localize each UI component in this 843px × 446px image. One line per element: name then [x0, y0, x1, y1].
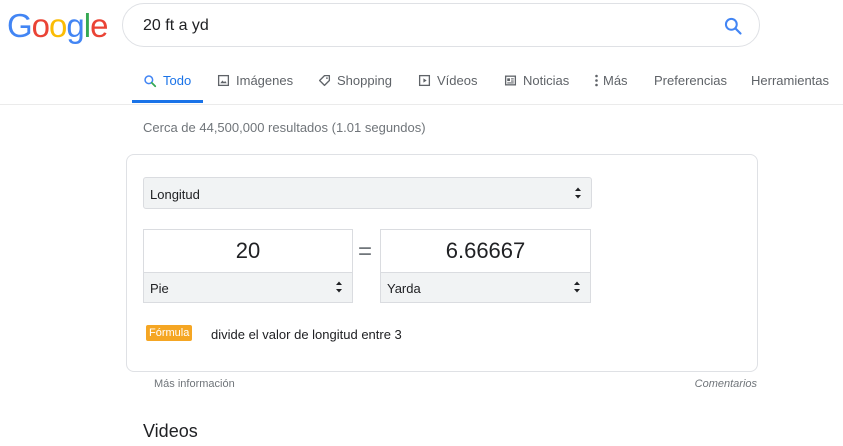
search-icon	[144, 74, 157, 87]
to-value-input[interactable]: 6.66667	[381, 238, 590, 264]
logo-letter: g	[66, 7, 84, 44]
result-stats: Cerca de 44,500,000 resultados (1.01 seg…	[143, 120, 426, 135]
search-bar[interactable]: 20 ft a yd	[122, 3, 760, 47]
tab-videos[interactable]: Vídeos	[418, 73, 477, 88]
tab-label: Todo	[163, 73, 192, 88]
logo-letter: G	[7, 7, 33, 44]
feedback-link[interactable]: Comentarios	[695, 378, 757, 390]
tab-herramientas[interactable]: Herramientas	[751, 73, 829, 88]
active-tab-indicator	[132, 100, 203, 103]
search-input[interactable]: 20 ft a yd	[143, 17, 209, 35]
more-vert-icon	[595, 74, 598, 87]
tab-label: Vídeos	[437, 73, 478, 88]
to-unit-select[interactable]: Yarda	[381, 272, 590, 302]
search-icon[interactable]	[723, 16, 743, 36]
tag-icon	[318, 74, 331, 87]
formula-text: divide el valor de longitud entre 3	[211, 327, 402, 342]
more-info-link[interactable]: Más información	[154, 378, 235, 390]
tab-label: Shopping	[337, 73, 392, 88]
tab-todo[interactable]: Todo	[143, 73, 191, 88]
tab-mas[interactable]: Más	[594, 73, 628, 88]
tab-label: Noticias	[523, 73, 570, 88]
to-converter: 6.66667 Yarda	[380, 229, 591, 303]
search-tabs: Todo Imágenes Shopping Vídeos Noticias M…	[0, 64, 843, 105]
category-select-value: Longitud	[150, 187, 200, 202]
tab-label: Más	[603, 73, 628, 88]
category-select[interactable]: Longitud	[143, 177, 592, 209]
tab-shopping[interactable]: Shopping	[318, 73, 392, 88]
tab-noticias[interactable]: Noticias	[504, 73, 569, 88]
tab-label: Imágenes	[236, 73, 294, 88]
logo-letter: e	[90, 7, 108, 44]
tab-imagenes[interactable]: Imágenes	[217, 73, 293, 88]
updown-arrow-icon	[575, 187, 581, 199]
updown-arrow-icon	[336, 281, 342, 293]
from-unit-select[interactable]: Pie	[144, 272, 352, 302]
updown-arrow-icon	[574, 281, 580, 293]
equals-sign: =	[358, 238, 373, 265]
from-converter: 20 Pie	[143, 229, 353, 303]
image-icon	[217, 74, 230, 87]
tab-label: Preferencias	[654, 73, 727, 88]
google-logo[interactable]: Google	[7, 7, 108, 45]
to-unit-value: Yarda	[387, 281, 421, 296]
tab-label: Herramientas	[751, 73, 830, 88]
logo-letter: o	[31, 7, 50, 44]
play-icon	[418, 74, 431, 87]
tab-preferencias[interactable]: Preferencias	[654, 73, 727, 88]
from-unit-value: Pie	[150, 281, 169, 296]
formula-badge: Fórmula	[146, 325, 193, 341]
videos-section-heading: Videos	[143, 421, 198, 441]
news-icon	[504, 75, 517, 86]
logo-letter: o	[49, 7, 67, 44]
from-value-input[interactable]: 20	[144, 238, 352, 264]
